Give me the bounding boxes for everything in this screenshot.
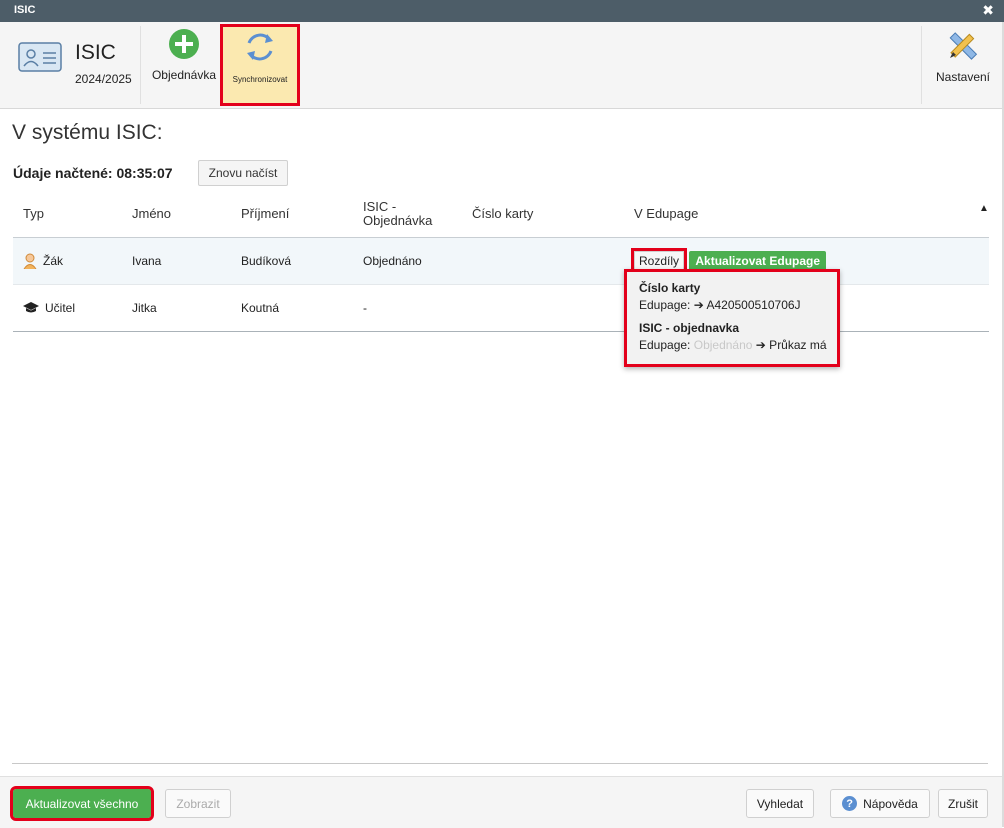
window-title: ISIC [14, 4, 36, 16]
card-number [471, 237, 633, 285]
type-label: Učitel [45, 301, 76, 315]
last-name: Budíková [240, 237, 362, 285]
toolbar-separator [140, 26, 141, 104]
col-edupage[interactable]: V Edupage [633, 190, 989, 238]
page-heading: V systému ISIC: [12, 121, 163, 144]
isic-order-status: - [362, 284, 471, 332]
app-badge: ISIC 2024/2025 [12, 36, 132, 98]
popup-old-value: Objednáno [693, 338, 753, 352]
sync-button[interactable]: Synchronizovat [220, 24, 300, 106]
app-title: ISIC [75, 41, 116, 64]
reload-button[interactable]: Znovu načíst [198, 160, 288, 186]
records-table: Typ Jméno Příjmení ISIC - Objednávka Čísl… [13, 190, 989, 332]
first-name: Jitka [131, 284, 240, 332]
popup-line-order-value: ➔ Průkaz má [755, 338, 827, 352]
col-last-name[interactable]: Příjmení [240, 190, 362, 238]
student-icon [23, 253, 37, 269]
popup-line-card-value: ➔ A420500510706J [693, 298, 801, 312]
search-button[interactable]: Vyhledat [746, 789, 814, 818]
sync-label: Synchronizovat [232, 75, 288, 84]
update-all-button[interactable]: Aktualizovat všechno [10, 786, 154, 821]
order-button[interactable]: Objednávka [150, 28, 218, 82]
window-titlebar: ISIC ✖ [0, 0, 1004, 22]
popup-line-card-prefix: Edupage: [639, 298, 691, 312]
update-edupage-button[interactable]: Aktualizovat Edupage [689, 251, 827, 271]
toolbar-separator [921, 26, 922, 104]
sync-icon [247, 33, 273, 61]
plus-circle-icon [169, 29, 199, 59]
popup-title-order: ISIC - objednavka [639, 321, 740, 335]
order-label: Objednávka [151, 68, 217, 82]
settings-button[interactable]: Nastavení [930, 28, 996, 84]
pencil-ruler-icon [949, 32, 978, 60]
type-label: Žák [43, 254, 64, 268]
last-name: Koutná [240, 284, 362, 332]
help-button[interactable]: ? Nápověda [830, 789, 930, 818]
loaded-time: Údaje načtené: 08:35:07 [13, 165, 173, 181]
content-divider [12, 763, 988, 764]
col-isic-order[interactable]: ISIC - Objednávka [362, 190, 471, 238]
footer-bar: Aktualizovat všechno Zobrazit Vyhledat ?… [0, 776, 1002, 828]
first-name: Ivana [131, 237, 240, 285]
school-year: 2024/2025 [75, 72, 132, 86]
isic-order-status: Objednáno [362, 237, 471, 285]
table-row[interactable]: Učitel Jitka Koutná - [13, 284, 989, 332]
toolbar: ISIC 2024/2025 Objednávka Synchronizovat… [0, 22, 1002, 109]
col-type[interactable]: Typ [13, 190, 131, 238]
table-header-row: Typ Jméno Příjmení ISIC - Objednávka Čísl… [13, 190, 989, 238]
col-first-name[interactable]: Jméno [131, 190, 240, 238]
card-number [471, 284, 633, 332]
help-icon: ? [842, 796, 858, 811]
col-isic-order-line1: ISIC - [363, 198, 397, 214]
popup-title-card: Číslo karty [639, 281, 701, 295]
differences-popup: Číslo karty Edupage: ➔ A420500510706J IS… [624, 269, 840, 367]
popup-line-order: Edupage: Objednáno ➔ Průkaz má [639, 338, 827, 352]
popup-line-card: Edupage: ➔ A420500510706J [639, 298, 801, 312]
id-card-icon [18, 42, 62, 72]
col-card-number[interactable]: Číslo karty [471, 190, 633, 238]
help-label: Nápověda [863, 796, 918, 811]
show-button[interactable]: Zobrazit [165, 789, 231, 818]
close-icon[interactable]: ✖ [982, 2, 994, 19]
graduation-cap-icon [23, 302, 39, 313]
differences-button[interactable]: Rozdíly [630, 248, 688, 274]
col-isic-order-line2: Objednávka [363, 212, 433, 228]
popup-line-order-prefix: Edupage: [639, 338, 691, 352]
settings-label: Nastavení [935, 70, 991, 84]
cancel-button[interactable]: Zrušit [938, 789, 988, 818]
sort-indicator-icon[interactable]: ▲ [979, 203, 989, 214]
table-row[interactable]: Žák Ivana Budíková Objednáno Rozdíly Akt… [13, 237, 989, 285]
